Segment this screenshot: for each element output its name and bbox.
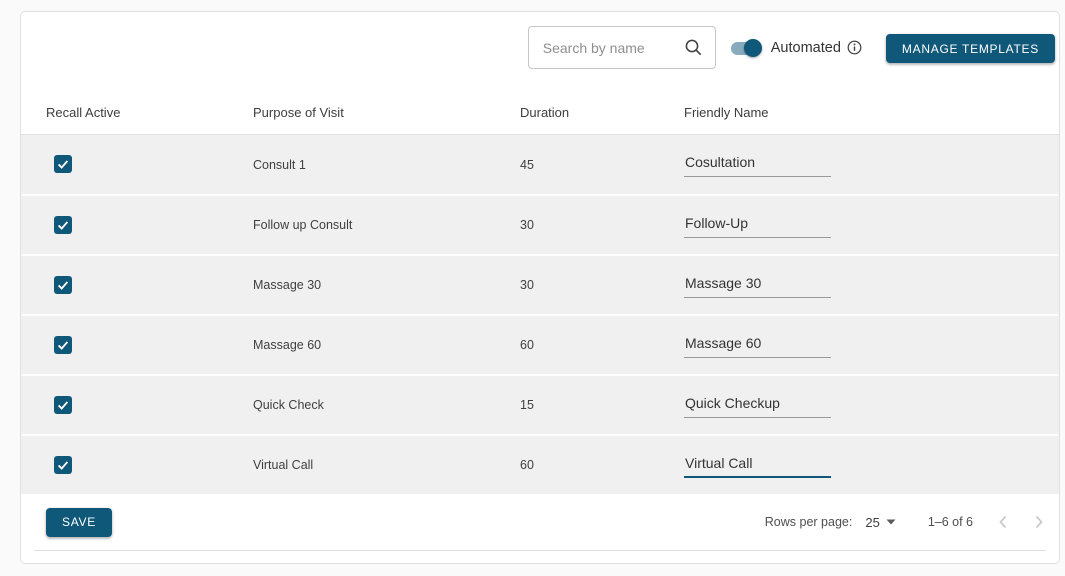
page-range-label: 1–6 of 6 <box>927 515 973 529</box>
next-page-button[interactable] <box>1033 514 1045 530</box>
purpose-cell: Follow up Consult <box>253 218 353 232</box>
friendly-name-input[interactable] <box>684 152 831 177</box>
info-icon[interactable] <box>847 40 862 55</box>
recall-active-checkbox[interactable] <box>54 335 72 354</box>
friendly-name-input[interactable] <box>684 452 831 478</box>
table-row: Consult 1 45 <box>21 134 1059 194</box>
column-header-recall-active: Recall Active <box>46 105 121 120</box>
automated-toggle-group: Automated <box>730 26 862 69</box>
table-row: Follow up Consult 30 <box>21 194 1059 254</box>
rows-per-page-label: Rows per page: <box>764 515 853 529</box>
toggle-thumb <box>743 38 762 57</box>
purpose-cell: Virtual Call <box>253 458 314 472</box>
table-header: Recall Active Purpose of Visit Duration … <box>21 69 1059 134</box>
column-header-duration: Duration <box>520 105 570 120</box>
friendly-name-input[interactable] <box>684 392 831 418</box>
purpose-cell: Massage 60 <box>253 338 322 352</box>
previous-page-button[interactable] <box>997 514 1009 530</box>
search-icon <box>684 38 703 57</box>
duration-cell: 30 <box>520 278 534 292</box>
column-header-friendly-name: Friendly Name <box>684 105 769 120</box>
table-body: Consult 1 45 Follow up Consult 30 Massag… <box>21 134 1059 494</box>
recall-active-checkbox[interactable] <box>54 395 72 414</box>
table-row: Massage 30 30 <box>21 254 1059 314</box>
chevron-left-icon <box>997 514 1009 530</box>
save-button[interactable]: SAVE <box>46 507 113 537</box>
caret-down-icon <box>886 519 896 525</box>
friendly-name-input[interactable] <box>684 332 831 358</box>
recall-active-checkbox[interactable] <box>54 455 72 474</box>
duration-cell: 60 <box>520 458 534 472</box>
purpose-cell: Massage 30 <box>253 278 322 292</box>
recall-active-checkbox[interactable] <box>54 155 72 173</box>
chevron-right-icon <box>1033 514 1045 530</box>
purpose-cell: Quick Check <box>253 398 324 412</box>
recall-active-checkbox[interactable] <box>54 215 72 234</box>
duration-cell: 15 <box>520 398 534 412</box>
friendly-name-input[interactable] <box>684 272 831 298</box>
search-input[interactable] <box>542 39 684 56</box>
rows-per-page-select[interactable]: 25 <box>865 514 896 530</box>
column-header-purpose: Purpose of Visit <box>253 105 344 120</box>
automated-toggle[interactable] <box>730 38 762 57</box>
friendly-name-input[interactable] <box>684 212 831 238</box>
duration-cell: 45 <box>520 157 534 172</box>
automated-toggle-label: Automated <box>770 39 841 56</box>
table-footer: SAVE Rows per page: 25 1–6 of 6 <box>21 494 1059 550</box>
table-row: Quick Check 15 <box>21 374 1059 434</box>
search-box <box>527 26 716 69</box>
purpose-cell: Consult 1 <box>253 157 306 172</box>
settings-card: Automated MANAGE TEMPLATES Recall Active… <box>20 11 1060 564</box>
footer-divider <box>34 550 1046 551</box>
table-row: Virtual Call 60 <box>21 434 1059 494</box>
toolbar: Automated MANAGE TEMPLATES <box>21 12 1059 69</box>
recall-active-checkbox[interactable] <box>54 275 72 294</box>
duration-cell: 60 <box>520 338 534 352</box>
pagination: Rows per page: 25 1–6 of 6 <box>765 514 1045 530</box>
duration-cell: 30 <box>520 218 534 232</box>
manage-templates-button[interactable]: MANAGE TEMPLATES <box>885 34 1055 63</box>
rows-per-page-value: 25 <box>865 514 880 530</box>
table-row: Massage 60 60 <box>21 314 1059 374</box>
